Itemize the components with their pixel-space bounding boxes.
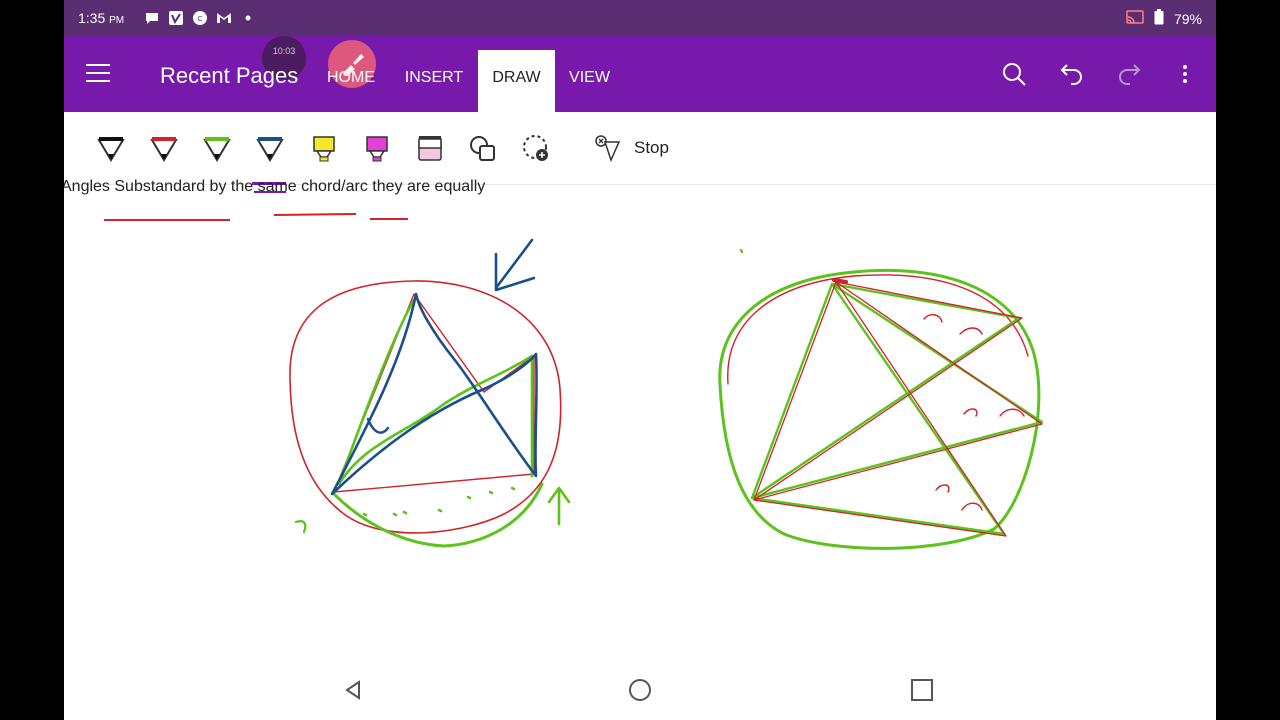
- highlighter-pink-icon[interactable]: [414, 132, 446, 166]
- left-green-dots: [362, 486, 516, 517]
- battery-icon: [1154, 9, 1164, 28]
- tab-insert[interactable]: INSERT: [398, 50, 470, 112]
- left-blue-arrow: [494, 238, 536, 292]
- underline-strokes: [104, 213, 408, 221]
- ink-canvas[interactable]: [64, 184, 1216, 654]
- highlighter-magenta-icon[interactable]: [361, 132, 393, 166]
- stop-label[interactable]: Stop: [634, 138, 669, 158]
- left-red-triangle: [333, 293, 535, 493]
- right-figure: [718, 248, 1044, 550]
- clock-suffix: PM: [109, 15, 125, 26]
- highlighter-yellow-icon[interactable]: [308, 132, 340, 166]
- tab-home[interactable]: HOME: [320, 50, 382, 112]
- svg-text:C: C: [197, 16, 202, 23]
- more-options-icon[interactable]: [1171, 60, 1199, 88]
- navigation-bar: [64, 660, 1216, 720]
- pen-blue-icon[interactable]: [254, 132, 286, 166]
- home-icon[interactable]: [628, 678, 652, 702]
- recents-icon[interactable]: [910, 678, 934, 702]
- vimeo-icon: [168, 10, 184, 26]
- chat-icon: [144, 10, 160, 26]
- cast-icon: [1126, 9, 1144, 28]
- clock-time: 1:35: [78, 10, 106, 26]
- status-bar: 1:35 PM C 79%: [64, 0, 1216, 36]
- right-red-angle-marks: [923, 314, 1025, 511]
- draw-ribbon: Stop: [64, 112, 1216, 185]
- gmail-icon: [216, 10, 232, 26]
- lasso-add-icon[interactable]: [520, 132, 552, 166]
- stop-eraser-icon[interactable]: [591, 132, 623, 166]
- left-green-chord: [337, 298, 534, 486]
- redo-icon[interactable]: [1115, 60, 1143, 88]
- undo-icon[interactable]: [1058, 60, 1086, 88]
- pen-black-icon[interactable]: [95, 132, 127, 166]
- app-toolbar: 10:03 Recent Pages HOME INSERT DRAW VIEW: [64, 36, 1216, 112]
- left-green-mark: [294, 520, 307, 534]
- left-blue-angle: [366, 417, 390, 434]
- left-figure: [289, 238, 571, 548]
- shapes-icon[interactable]: [467, 132, 499, 166]
- battery-level: 79%: [1173, 10, 1202, 27]
- right-green-chords: [750, 282, 1044, 536]
- right-green-dot: [739, 248, 744, 254]
- status-right: 79%: [1126, 9, 1202, 28]
- tab-draw[interactable]: DRAW: [478, 50, 555, 112]
- right-red-chords: [753, 281, 1043, 537]
- cc-icon: C: [192, 10, 208, 26]
- left-blue-triangle: [330, 292, 538, 496]
- search-icon[interactable]: [1000, 60, 1028, 88]
- tab-view[interactable]: VIEW: [562, 50, 617, 112]
- hamburger-menu-icon[interactable]: [86, 64, 110, 84]
- left-green-arrow: [547, 486, 571, 526]
- onenote-app: 1:35 PM C 79% 10:03 Recent Pages HOME IN…: [64, 0, 1216, 720]
- notification-icons: C: [144, 10, 256, 26]
- dot-icon: [240, 10, 256, 26]
- right-red-vertex-dot: [832, 278, 848, 284]
- pen-red-icon[interactable]: [148, 132, 180, 166]
- back-icon[interactable]: [341, 678, 365, 702]
- pen-green-icon[interactable]: [201, 132, 233, 166]
- clock: 1:35 PM: [78, 10, 124, 26]
- page-title: Recent Pages: [160, 63, 299, 88]
